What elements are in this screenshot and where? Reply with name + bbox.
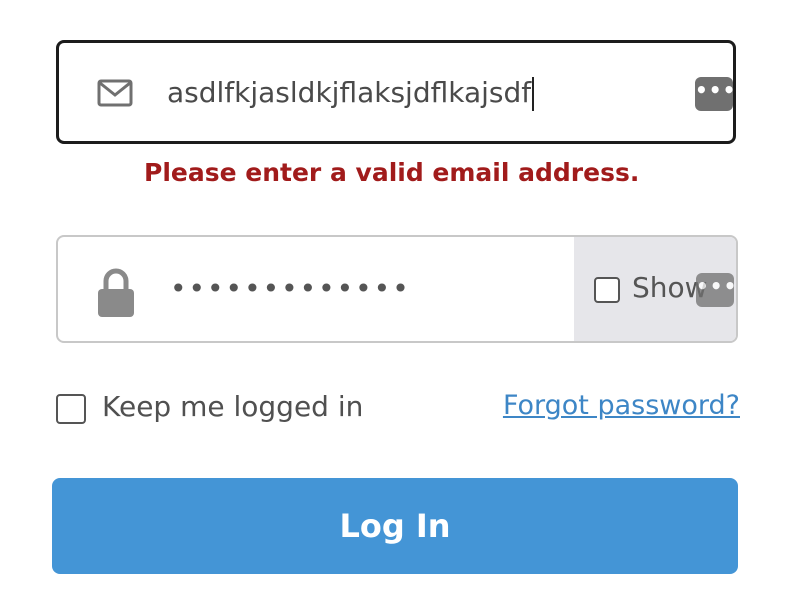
email-input-value[interactable]: asdlfkjasldkjflaksjdflkajsdf (167, 71, 535, 115)
login-button[interactable]: Log In (52, 478, 738, 574)
text-caret (532, 77, 535, 111)
email-field[interactable]: asdlfkjasldkjflaksjdflkajsdf ••• (56, 40, 736, 144)
show-password-checkbox[interactable] (594, 277, 620, 303)
email-error-message: Please enter a valid email address. (144, 158, 640, 187)
keep-logged-in-label[interactable]: Keep me logged in (102, 390, 363, 423)
lock-icon (98, 268, 134, 317)
password-field[interactable]: ••••••••••••• Show ••• (56, 235, 738, 343)
password-manager-icon[interactable]: ••• (696, 273, 736, 307)
show-password-toggle[interactable]: Show ••• (574, 237, 736, 341)
forgot-password-link[interactable]: Forgot password? (480, 390, 740, 421)
password-input-value[interactable]: ••••••••••••• (170, 269, 411, 309)
keep-logged-in-checkbox[interactable] (56, 394, 86, 424)
password-manager-icon[interactable]: ••• (695, 77, 735, 111)
envelope-icon (97, 79, 133, 107)
